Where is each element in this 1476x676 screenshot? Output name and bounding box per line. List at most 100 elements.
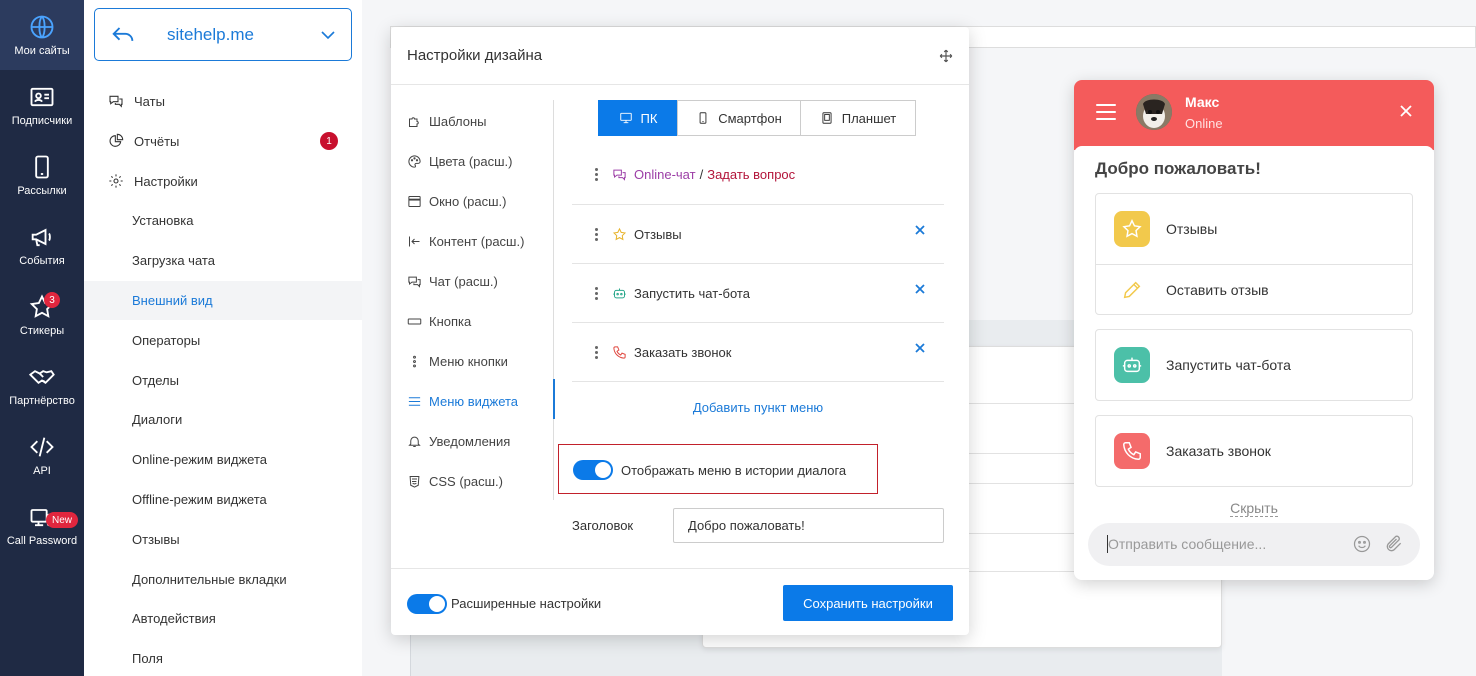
device-pc-button[interactable]: ПК bbox=[598, 100, 678, 136]
menu-item-chats[interactable]: Чаты bbox=[84, 81, 362, 121]
design-settings-panel: Настройки дизайна Шаблоны Цвета (расш.) … bbox=[391, 27, 969, 635]
tablet-icon bbox=[822, 112, 832, 124]
tab-button[interactable]: Кнопка bbox=[391, 301, 555, 341]
widget-option-leave-review[interactable]: Оставить отзыв bbox=[1096, 264, 1412, 314]
robot-icon bbox=[613, 288, 626, 298]
operator-status: Online bbox=[1185, 116, 1223, 131]
row-label: Запустить чат-бота bbox=[634, 285, 750, 301]
submenu-extra-tabs[interactable]: Дополнительные вкладки bbox=[84, 559, 362, 599]
rail-api[interactable]: API bbox=[0, 420, 84, 490]
reviews-card: Отзывы Оставить отзыв bbox=[1095, 193, 1413, 315]
close-icon[interactable] bbox=[914, 342, 926, 354]
hide-link[interactable]: Скрыть bbox=[1074, 500, 1434, 517]
tab-window[interactable]: Окно (расш.) bbox=[391, 181, 555, 221]
submenu-chat-loading[interactable]: Загрузка чата bbox=[84, 241, 362, 281]
add-menu-item-link[interactable]: Добавить пункт меню bbox=[572, 400, 944, 415]
drag-handle-icon[interactable] bbox=[594, 168, 598, 181]
tab-content[interactable]: Контент (расш.) bbox=[391, 221, 555, 261]
gear-icon bbox=[109, 174, 123, 188]
rail-partnership[interactable]: Партнёрство bbox=[0, 350, 84, 420]
submenu-online-mode[interactable]: Online-режим виджета bbox=[84, 440, 362, 480]
close-icon[interactable] bbox=[1400, 105, 1412, 117]
drag-handle-icon[interactable] bbox=[594, 345, 598, 359]
arrow-left-bar-icon bbox=[409, 236, 420, 246]
close-icon[interactable] bbox=[914, 224, 926, 236]
welcome-title: Добро пожаловать! bbox=[1095, 159, 1261, 178]
megaphone-icon bbox=[31, 228, 51, 247]
chat-bubbles-icon bbox=[408, 276, 421, 288]
rail-label: Партнёрство bbox=[9, 395, 75, 407]
menu-row-reviews[interactable]: Отзывы bbox=[572, 205, 944, 264]
header-input[interactable] bbox=[673, 508, 944, 543]
main-rail: Мои сайты Подписчики Рассылки События 3 … bbox=[0, 0, 84, 676]
rail-my-sites[interactable]: Мои сайты bbox=[0, 0, 84, 70]
hamburger-icon[interactable] bbox=[1096, 104, 1116, 120]
tab-colors[interactable]: Цвета (расш.) bbox=[391, 141, 555, 181]
menu-item-reports[interactable]: Отчёты 1 bbox=[84, 121, 362, 161]
submenu-departments[interactable]: Отделы bbox=[84, 360, 362, 400]
menu-row-call[interactable]: Заказать звонок bbox=[572, 323, 944, 382]
site-menu: Чаты Отчёты 1 Настройки Установка Загруз… bbox=[84, 81, 362, 676]
submenu-offline-mode[interactable]: Offline-режим виджета bbox=[84, 480, 362, 520]
tab-notifications[interactable]: Уведомления bbox=[391, 421, 555, 461]
rail-mailings[interactable]: Рассылки bbox=[0, 140, 84, 210]
menu-row-bot[interactable]: Запустить чат-бота bbox=[572, 264, 944, 323]
tab-css[interactable]: CSS (расш.) bbox=[391, 461, 555, 501]
submenu-auto-actions[interactable]: Автодействия bbox=[84, 599, 362, 639]
site-sidebar: sitehelp.me Чаты Отчёты 1 Настройки Уста… bbox=[84, 0, 362, 676]
rail-subscribers[interactable]: Подписчики bbox=[0, 70, 84, 140]
submenu-operators[interactable]: Операторы bbox=[84, 320, 362, 360]
avatar bbox=[1136, 94, 1172, 130]
stickers-badge: 3 bbox=[44, 292, 60, 308]
submenu-install[interactable]: Установка bbox=[84, 201, 362, 241]
widget-option-reviews[interactable]: Отзывы bbox=[1096, 194, 1412, 264]
tab-button-menu[interactable]: Меню кнопки bbox=[391, 341, 555, 381]
site-name: sitehelp.me bbox=[167, 24, 254, 44]
pencil-icon bbox=[1123, 281, 1141, 298]
star-badge bbox=[1114, 211, 1150, 247]
header-label: Заголовок bbox=[572, 518, 634, 533]
site-selector[interactable]: sitehelp.me bbox=[94, 8, 352, 61]
advanced-settings-toggle[interactable] bbox=[407, 594, 447, 614]
tab-label: Контент (расш.) bbox=[429, 233, 525, 249]
settings-tabs: Шаблоны Цвета (расш.) Окно (расш.) Конте… bbox=[391, 101, 555, 501]
tab-widget-menu[interactable]: Меню виджета bbox=[391, 381, 555, 421]
css-icon bbox=[409, 475, 420, 488]
menu-row-online-chat[interactable]: Online-чат / Задать вопрос bbox=[572, 145, 944, 205]
paperclip-icon[interactable] bbox=[1384, 534, 1404, 554]
message-input[interactable]: Отправить сообщение... bbox=[1088, 523, 1420, 566]
move-icon[interactable] bbox=[939, 49, 953, 63]
save-settings-button[interactable]: Сохранить настройки bbox=[783, 585, 953, 621]
device-tablet-button[interactable]: Планшет bbox=[800, 100, 916, 136]
drag-handle-icon[interactable] bbox=[594, 227, 598, 241]
submenu-fields[interactable]: Поля bbox=[84, 639, 362, 676]
emoji-icon[interactable] bbox=[1352, 534, 1372, 554]
device-switcher: ПК Смартфон Планшет bbox=[598, 100, 916, 136]
tab-templates[interactable]: Шаблоны bbox=[391, 101, 555, 141]
device-smartphone-button[interactable]: Смартфон bbox=[677, 100, 801, 136]
back-arrow-icon bbox=[112, 26, 134, 41]
show-menu-toggle[interactable] bbox=[573, 460, 613, 480]
menu-item-settings[interactable]: Настройки bbox=[84, 161, 362, 201]
rail-stickers[interactable]: 3 Стикеры bbox=[0, 280, 84, 350]
rail-call-password[interactable]: New Call Password bbox=[0, 490, 84, 560]
handshake-icon bbox=[28, 370, 55, 385]
submenu-appearance[interactable]: Внешний вид bbox=[84, 280, 362, 321]
tab-chat[interactable]: Чат (расш.) bbox=[391, 261, 555, 301]
submenu-dialogs[interactable]: Диалоги bbox=[84, 400, 362, 440]
bell-icon bbox=[408, 436, 421, 447]
close-icon[interactable] bbox=[914, 283, 926, 295]
tab-label: Кнопка bbox=[429, 313, 472, 329]
panel-title: Настройки дизайна bbox=[407, 47, 543, 64]
option-label: Заказать звонок bbox=[1166, 443, 1271, 459]
code-icon bbox=[30, 437, 54, 457]
row-label: Отзывы bbox=[634, 226, 682, 242]
widget-option-bot[interactable]: Запустить чат-бота bbox=[1096, 330, 1412, 400]
pie-chart-icon bbox=[109, 133, 124, 147]
drag-handle-icon[interactable] bbox=[594, 286, 598, 300]
menu-label: Чаты bbox=[134, 93, 165, 109]
option-label: Оставить отзыв bbox=[1166, 281, 1269, 298]
submenu-reviews[interactable]: Отзывы bbox=[84, 519, 362, 559]
rail-events[interactable]: События bbox=[0, 210, 84, 280]
widget-option-call[interactable]: Заказать звонок bbox=[1096, 416, 1412, 486]
